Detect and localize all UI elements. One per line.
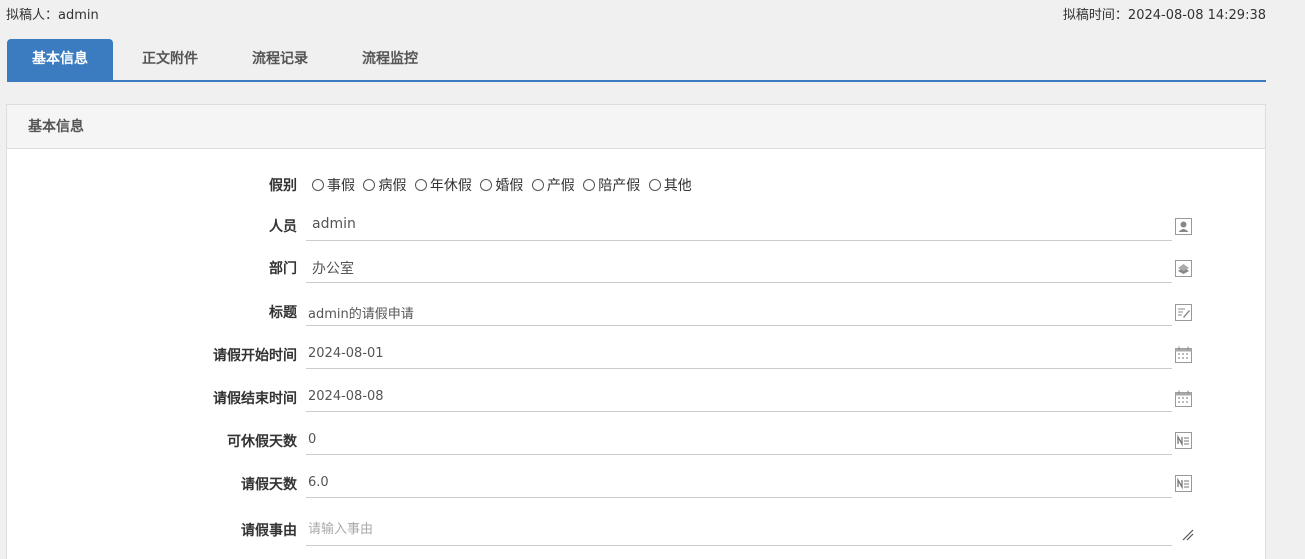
title-label: 标题 xyxy=(269,305,297,321)
department-icon[interactable] xyxy=(1175,260,1192,277)
start-time-row: 请假开始时间 2024-08-01 xyxy=(7,339,1267,379)
end-time-row: 请假结束时间 2024-08-08 xyxy=(7,382,1267,422)
leave-days-field[interactable]: 6.0 xyxy=(306,468,1172,498)
radio-circle-icon[interactable] xyxy=(312,179,324,191)
leave-type-radio-group: 事假 病假 年休假 婚假 产假 陪产假 其他 xyxy=(312,175,696,195)
reason-label: 请假事由 xyxy=(241,523,297,539)
drafter-label: 拟稿人：admin xyxy=(6,8,99,23)
radio-circle-icon[interactable] xyxy=(648,179,661,191)
tab-attachments[interactable]: 正文附件 xyxy=(115,39,225,80)
end-time-field[interactable]: 2024-08-08 xyxy=(306,382,1172,412)
leave-days-label: 请假天数 xyxy=(241,477,297,493)
start-time-value: 2024-08-01 xyxy=(308,346,384,361)
reason-row: 请假事由 请输入事由 xyxy=(7,511,1267,551)
leave-days-row: 请假天数 6.0 xyxy=(7,468,1267,508)
calendar-icon[interactable] xyxy=(1175,346,1192,363)
leave-type-label: 假别 xyxy=(269,178,297,194)
available-days-row: 可休假天数 0 xyxy=(7,425,1267,465)
department-value: 办公室 xyxy=(312,261,354,277)
person-value: admin xyxy=(312,216,356,232)
radio-sick-leave[interactable]: 病假 xyxy=(363,175,406,195)
radio-personal-leave[interactable]: 事假 xyxy=(312,175,355,195)
radio-paternity-leave[interactable]: 陪产假 xyxy=(583,175,640,195)
radio-maternity-leave[interactable]: 产假 xyxy=(531,175,575,195)
radio-circle-icon[interactable] xyxy=(414,179,427,191)
number-icon[interactable] xyxy=(1175,432,1192,449)
title-field[interactable]: admin的请假申请 xyxy=(306,296,1172,326)
radio-other-leave[interactable]: 其他 xyxy=(648,175,692,195)
leave-days-value: 6.0 xyxy=(308,475,329,490)
basic-info-panel: 基本信息 假别 事假 病假 年休假 婚假 产假 陪产假 其他 人员 admin … xyxy=(6,104,1266,559)
tab-basic-info[interactable]: 基本信息 xyxy=(7,39,113,80)
available-days-field[interactable]: 0 xyxy=(306,425,1172,455)
end-time-label: 请假结束时间 xyxy=(213,391,297,407)
department-label: 部门 xyxy=(269,261,297,277)
top-info-bar: 拟稿人：admin 拟稿时间：2024-08-08 14:29:38 xyxy=(0,0,1305,24)
radio-circle-icon[interactable] xyxy=(363,179,376,191)
title-value: admin的请假申请 xyxy=(308,307,414,322)
available-days-value: 0 xyxy=(308,432,317,447)
tab-flow-records[interactable]: 流程记录 xyxy=(225,39,335,80)
person-field[interactable]: admin xyxy=(306,211,1172,241)
person-row: 人员 admin xyxy=(7,211,1267,251)
person-label: 人员 xyxy=(269,219,297,235)
panel-title: 基本信息 xyxy=(7,105,1265,149)
department-field[interactable]: 办公室 xyxy=(306,253,1172,283)
radio-marriage-leave[interactable]: 婚假 xyxy=(480,175,523,195)
end-time-value: 2024-08-08 xyxy=(308,389,384,404)
reason-textarea[interactable]: 请输入事由 xyxy=(306,511,1172,546)
radio-annual-leave[interactable]: 年休假 xyxy=(414,175,472,195)
department-row: 部门 办公室 xyxy=(7,253,1267,293)
resize-icon[interactable] xyxy=(1182,529,1194,541)
leave-type-row: 假别 事假 病假 年休假 婚假 产假 陪产假 其他 xyxy=(7,173,1267,213)
edit-icon[interactable] xyxy=(1175,304,1192,321)
calendar-icon[interactable] xyxy=(1175,390,1192,407)
available-days-label: 可休假天数 xyxy=(227,434,297,450)
draft-time-label: 拟稿时间：2024-08-08 14:29:38 xyxy=(1062,8,1266,23)
title-row: 标题 admin的请假申请 xyxy=(7,296,1267,336)
number-icon[interactable] xyxy=(1175,475,1192,492)
tab-flow-monitor[interactable]: 流程监控 xyxy=(335,39,445,80)
start-time-label: 请假开始时间 xyxy=(213,348,297,364)
start-time-field[interactable]: 2024-08-01 xyxy=(306,339,1172,369)
user-icon[interactable] xyxy=(1175,218,1192,235)
radio-circle-icon[interactable] xyxy=(531,179,544,191)
tab-bar: 基本信息 正文附件 流程记录 流程监控 xyxy=(7,39,1266,82)
radio-circle-icon[interactable] xyxy=(583,179,596,191)
reason-placeholder: 请输入事由 xyxy=(308,522,374,537)
radio-circle-icon[interactable] xyxy=(480,179,493,191)
